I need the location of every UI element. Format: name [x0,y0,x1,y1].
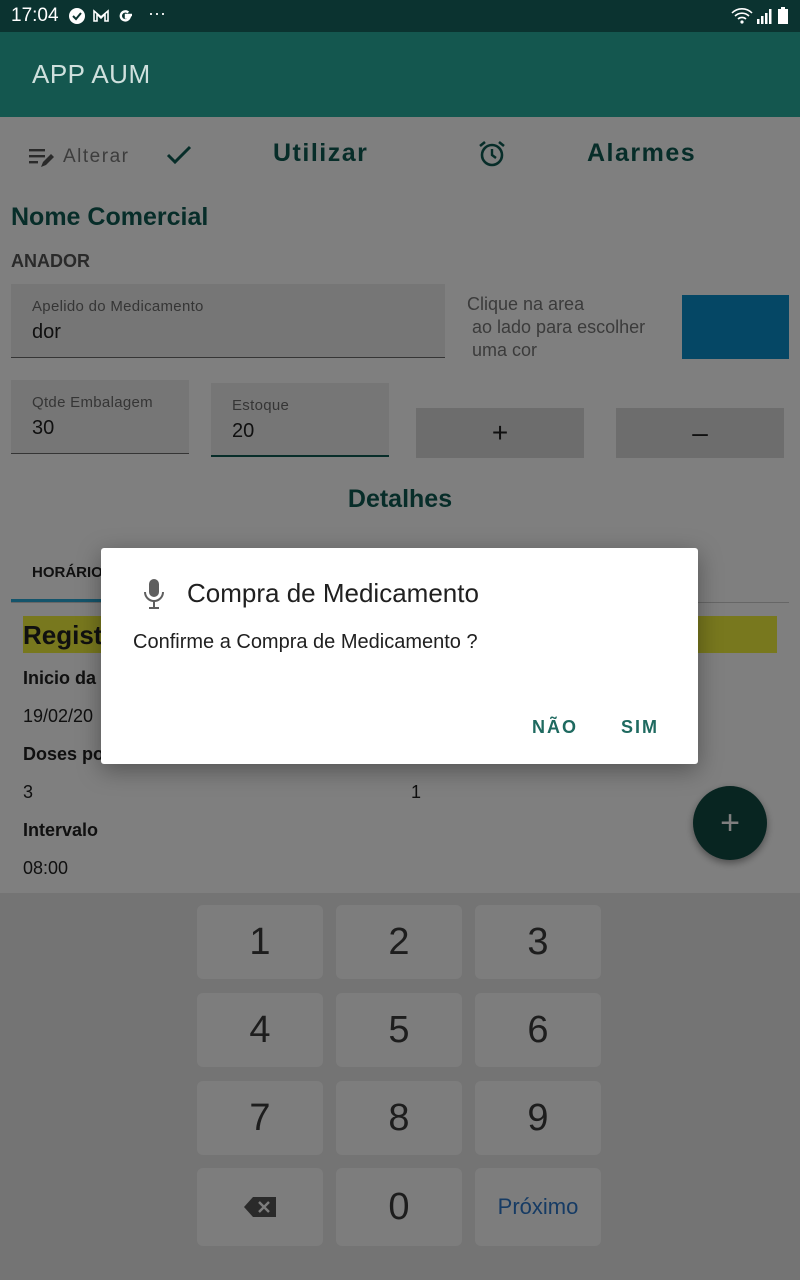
google-icon [119,10,132,22]
battery-icon [778,7,788,24]
microphone-icon [144,579,164,609]
status-bar: 17:04 ··· [0,0,800,32]
check-circle-icon [69,8,85,24]
dialog-no-button[interactable]: NÃO [532,717,578,738]
dialog-yes-button[interactable]: SIM [621,717,659,738]
status-time: 17:04 [11,5,59,26]
app-title: APP AUM [32,59,151,89]
dialog-message: Confirme a Compra de Medicamento ? [133,631,478,653]
app-bar: APP AUM [0,32,800,117]
purchase-confirm-dialog: Compra de Medicamento Confirme a Compra … [101,548,698,764]
more-notifications-icon: ··· [148,3,166,23]
gmail-icon [93,9,109,22]
dialog-title: Compra de Medicamento [187,578,479,608]
signal-icon [757,9,772,24]
wifi-icon [731,8,753,24]
